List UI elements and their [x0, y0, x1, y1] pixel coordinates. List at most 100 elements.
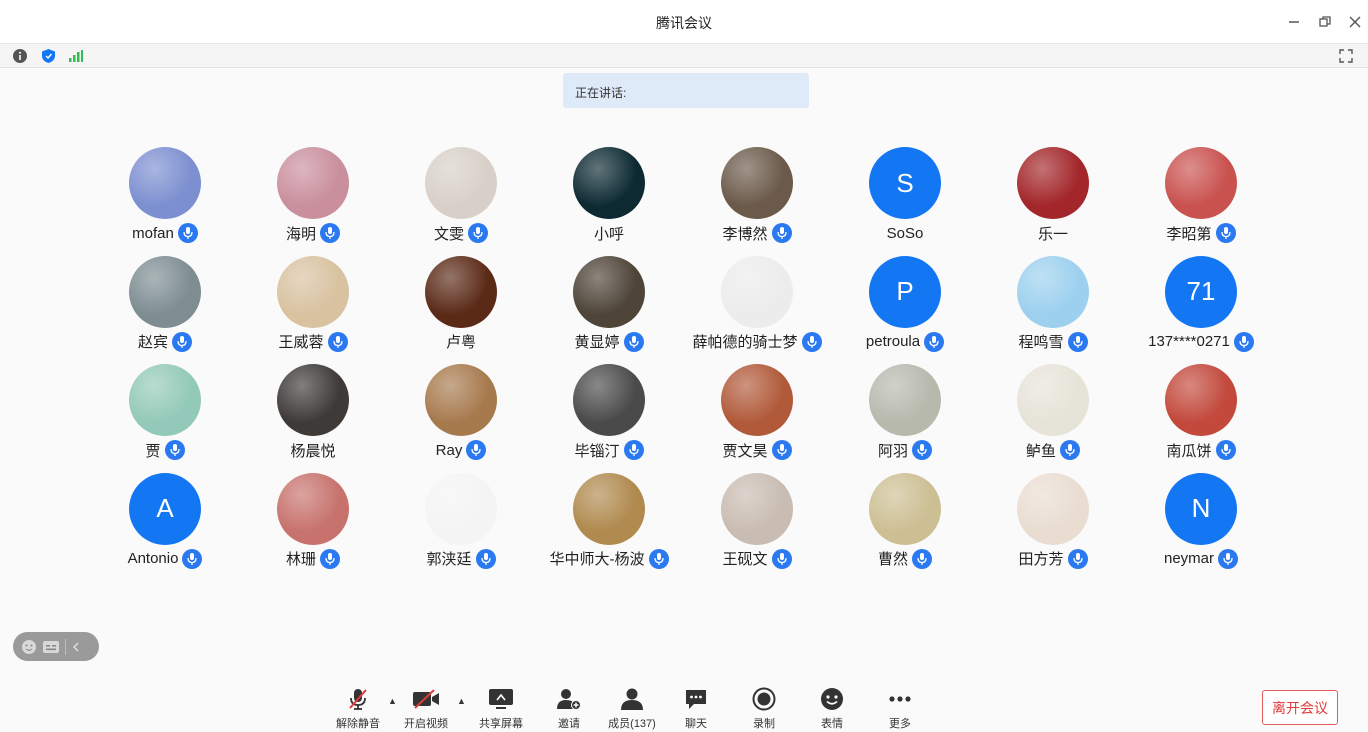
record-button[interactable]: 录制 — [734, 686, 794, 731]
participant-tile[interactable]: 华中师大-杨波 — [535, 472, 683, 582]
participant-tile[interactable]: A Antonio — [91, 472, 239, 582]
participant-tile[interactable]: 文雯 — [387, 147, 535, 256]
avatar — [425, 472, 497, 545]
participant-name-row: 南瓜饼 — [1166, 439, 1236, 461]
participant-tile[interactable]: 贾文昊 — [683, 364, 831, 473]
avatar — [277, 255, 349, 328]
unmute-button[interactable]: 解除静音 — [328, 686, 388, 731]
participant-tile[interactable]: 赵宾 — [91, 255, 239, 365]
participant-tile[interactable]: Nneymar — [1127, 472, 1275, 582]
participant-name-row: 薛帕德的骑士梦 — [692, 331, 822, 353]
participant-name: Ray — [435, 441, 463, 459]
avatar — [425, 147, 497, 219]
avatar — [129, 364, 201, 436]
participant-tile[interactable]: 阿羽 — [831, 364, 979, 473]
avatar — [425, 255, 497, 328]
participant-tile[interactable]: 李昭第 — [1127, 147, 1275, 256]
participant-tile[interactable]: 鲈鱼 — [979, 364, 1127, 473]
mic-icon — [912, 440, 932, 460]
leave-meeting-button[interactable]: 离开会议 — [1262, 690, 1338, 725]
mic-icon — [182, 548, 203, 569]
participant-tile[interactable]: 田方芳 — [979, 472, 1127, 582]
smile-icon — [802, 686, 862, 712]
subtitle-icon[interactable] — [43, 640, 59, 654]
members-label: 成员(137) — [608, 718, 656, 730]
close-icon[interactable] — [1343, 10, 1367, 34]
participant-tile[interactable]: 南瓜饼 — [1127, 364, 1275, 473]
participant-tile[interactable]: 薛帕德的骑士梦 — [683, 255, 831, 365]
avatar — [721, 364, 793, 436]
mic-icon — [475, 548, 496, 569]
participant-tile[interactable]: 王砚文 — [683, 472, 831, 582]
status-bar — [0, 44, 1368, 68]
participant-name-row: petroula — [866, 331, 945, 353]
members-icon — [602, 686, 662, 712]
avatar-initial: S — [896, 167, 914, 198]
record-label: 录制 — [753, 718, 775, 730]
participant-tile[interactable]: 卢粤 — [387, 255, 535, 365]
mic-icon — [623, 331, 644, 352]
participant-name: SoSo — [886, 224, 924, 242]
avatar — [1017, 364, 1089, 436]
participant-tile[interactable]: Ppetroula — [831, 255, 979, 365]
emoji-face-icon[interactable] — [21, 639, 37, 655]
participant-tile[interactable]: 王威蓉 — [239, 255, 387, 365]
participant-tile[interactable]: 乐一 — [979, 147, 1127, 256]
avatar: 71 — [1165, 255, 1237, 328]
members-button[interactable]: 成员(137) — [602, 686, 662, 731]
invite-button[interactable]: 邀请 — [539, 686, 599, 731]
participant-name: 曹然 — [877, 551, 908, 568]
more-button[interactable]: 更多 — [870, 686, 930, 731]
title-bar: 腾讯会议 — [0, 0, 1368, 44]
shield-icon[interactable] — [39, 47, 57, 65]
avatar: A — [129, 472, 201, 545]
participant-tile[interactable]: 杨晨悦 — [239, 364, 387, 473]
participant-tile[interactable]: 黄显婷 — [535, 255, 683, 365]
participant-name: 贾文昊 — [722, 442, 768, 460]
signal-icon[interactable] — [67, 47, 85, 65]
info-icon[interactable] — [11, 47, 29, 65]
participant-tile[interactable]: 小呼 — [535, 147, 683, 256]
restore-icon[interactable] — [1313, 10, 1337, 34]
mic-icon — [466, 440, 487, 460]
participant-tile[interactable]: 程鸣雪 — [979, 255, 1127, 365]
invite-label: 邀请 — [558, 718, 580, 730]
participant-tile[interactable]: 贾 — [91, 364, 239, 473]
mic-icon — [327, 331, 348, 352]
fullscreen-icon[interactable] — [1337, 47, 1355, 65]
avatar-initial: N — [1191, 493, 1211, 523]
participant-tile[interactable]: 曹然 — [831, 472, 979, 582]
participant-tile[interactable]: mofan — [91, 147, 239, 256]
participant-tile[interactable]: 李博然 — [683, 147, 831, 256]
participant-name-row: 文雯 — [434, 222, 488, 244]
minimize-icon[interactable] — [1282, 10, 1306, 34]
participant-name: 薛帕德的骑士梦 — [692, 334, 798, 351]
mic-icon — [1218, 548, 1239, 569]
participant-tile[interactable]: 毕锱汀 — [535, 364, 683, 473]
window-title: 腾讯会议 — [656, 15, 712, 31]
participant-name: 王威蓉 — [278, 334, 324, 351]
emoji-button[interactable]: 表情 — [802, 686, 862, 731]
participant-tile[interactable]: 71 137****0271 — [1127, 255, 1275, 365]
participant-tile[interactable]: 海明 — [239, 147, 387, 256]
participant-name: 贾 — [145, 442, 161, 460]
participant-name: 乐一 — [1037, 225, 1068, 243]
video-options-caret-icon[interactable]: ▲ — [457, 696, 466, 706]
participant-name: mofan — [132, 224, 174, 242]
start-video-button[interactable]: 开启视频 — [396, 686, 456, 731]
participant-tile[interactable]: 郭浃廷 — [387, 472, 535, 582]
leave-meeting-label: 离开会议 — [1272, 699, 1328, 716]
share-screen-button[interactable]: 共享屏幕 — [471, 686, 531, 731]
participant-tile[interactable]: Ray — [387, 364, 535, 473]
floating-controls[interactable] — [13, 632, 99, 661]
participant-tile[interactable]: 林珊 — [239, 472, 387, 582]
collapse-icon[interactable] — [72, 642, 80, 652]
avatar-initial: 71 — [1186, 276, 1216, 306]
participant-name-row: 曹然 — [878, 548, 932, 570]
participant-tile[interactable]: S SoSo — [831, 147, 979, 256]
participant-name-row: 黄显婷 — [574, 331, 644, 353]
participant-name-row: Ray — [436, 439, 487, 461]
mic-icon — [1060, 440, 1080, 460]
chat-button[interactable]: 聊天 — [666, 686, 726, 731]
participant-name-row: 海明 — [286, 222, 340, 244]
